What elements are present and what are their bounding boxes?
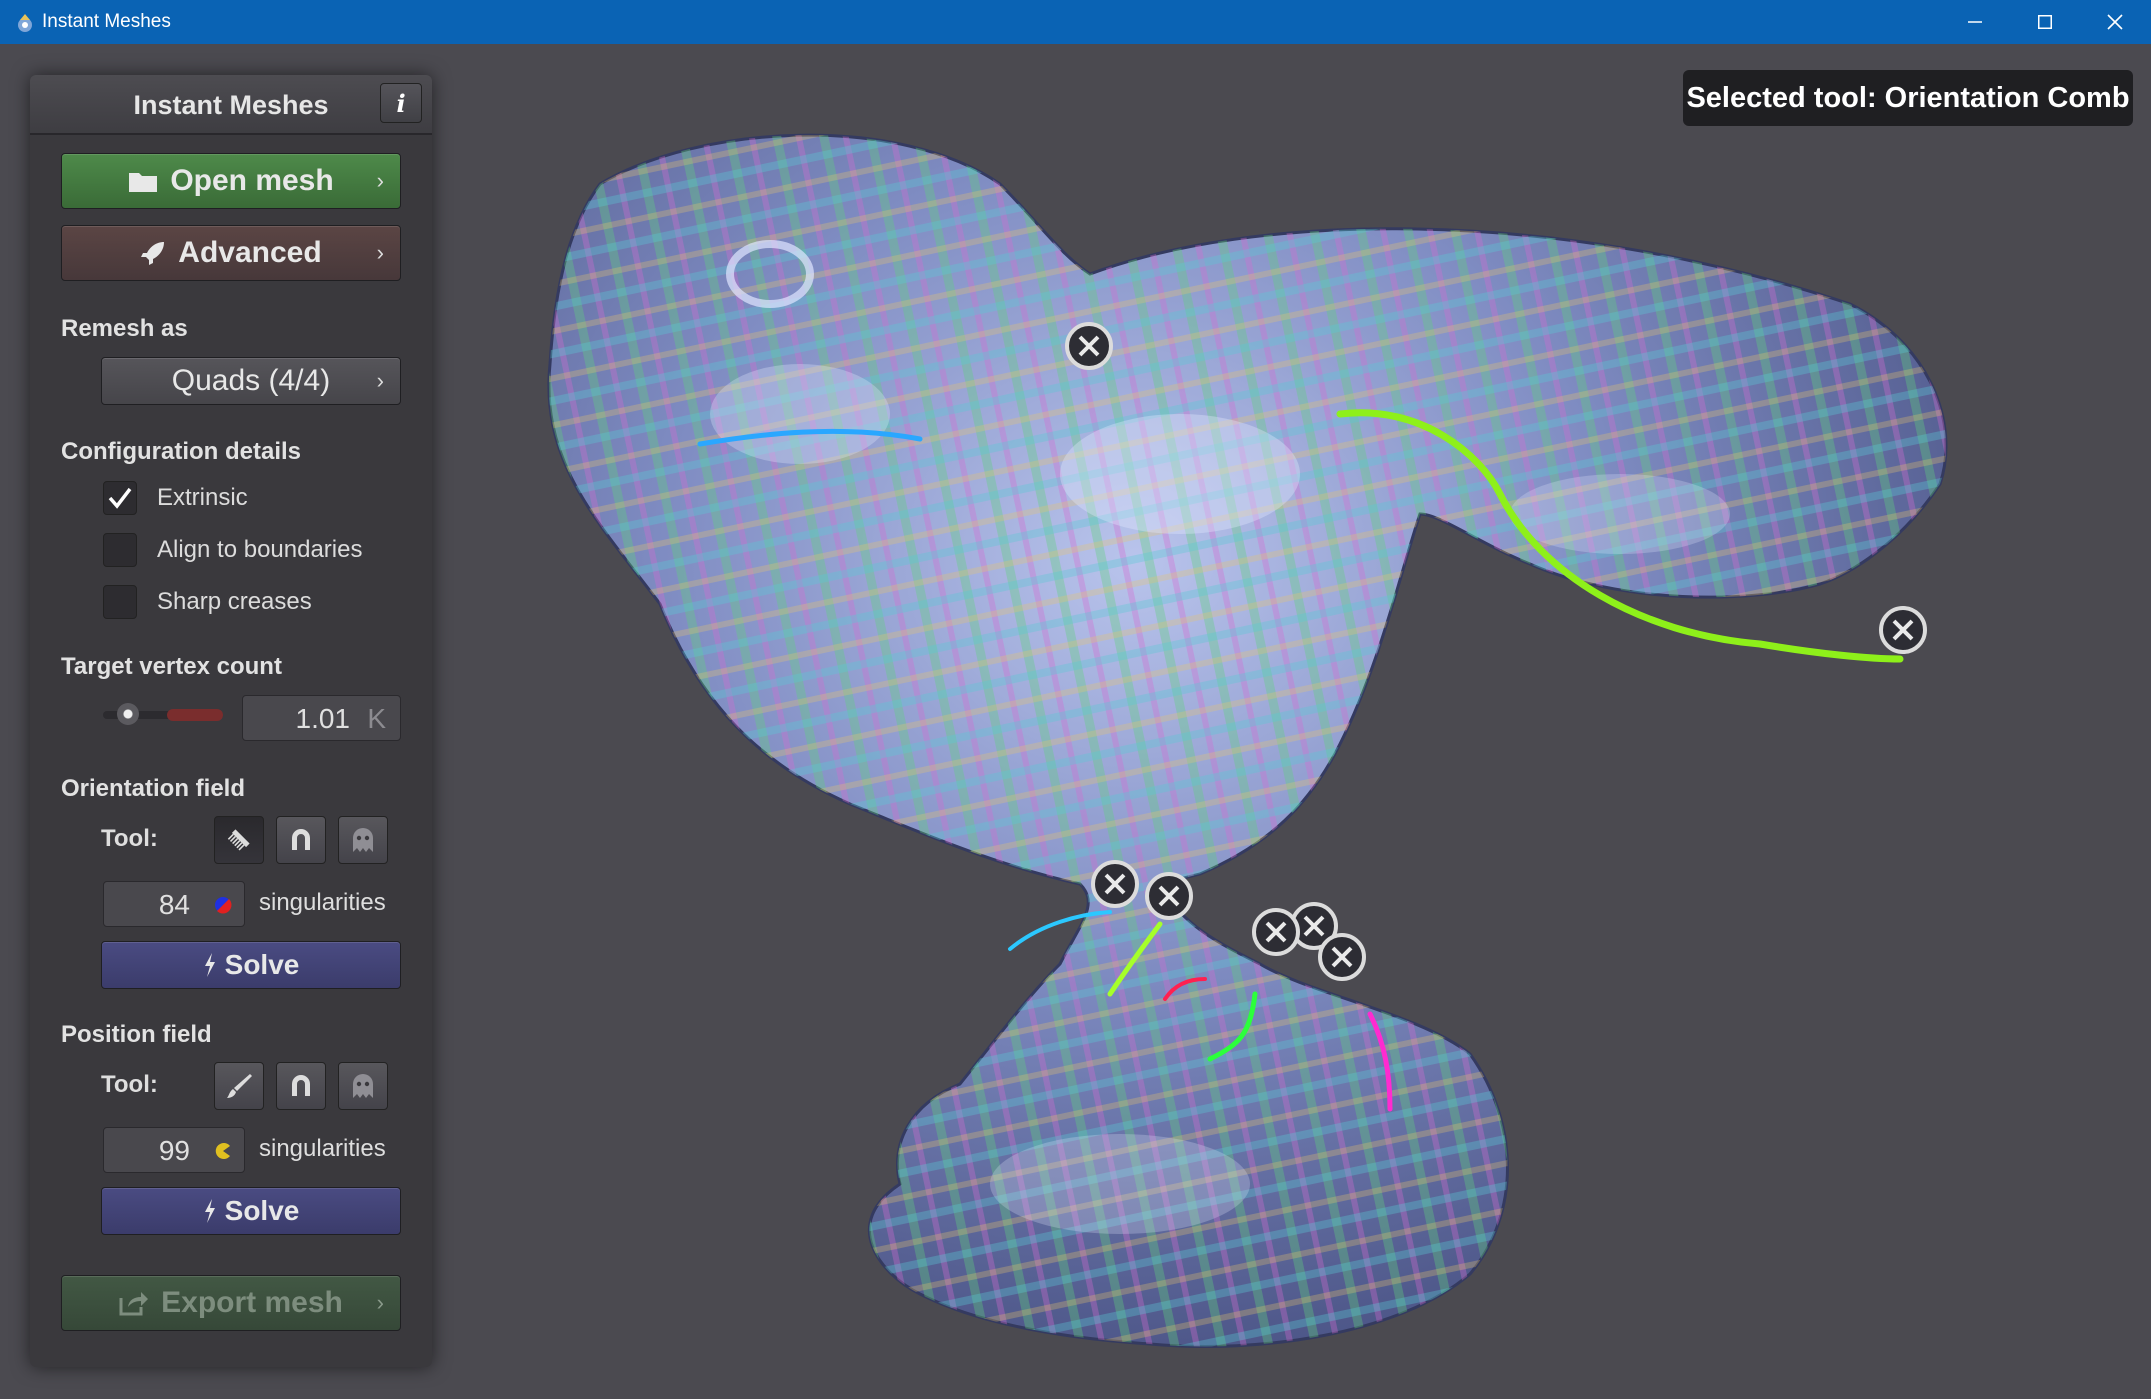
orientation-tool-label: Tool: (101, 825, 158, 852)
close-icon (2107, 14, 2123, 30)
maximize-button[interactable] (2010, 0, 2080, 44)
lightning-icon (204, 953, 215, 977)
brush-tool-button[interactable] (214, 1062, 264, 1110)
remesh-as-label: Remesh as (61, 315, 188, 342)
align-boundaries-checkbox[interactable] (103, 533, 137, 567)
chevron-right-icon: › (376, 168, 384, 193)
chevron-right-icon: › (376, 240, 384, 265)
config-details-label: Configuration details (61, 438, 301, 465)
ghost-icon (353, 828, 373, 852)
orientation-singularities-label: singularities (259, 889, 386, 916)
ghost-icon (353, 1074, 373, 1098)
advanced-label: Advanced (178, 236, 322, 269)
comb-tool-button[interactable] (214, 816, 264, 864)
panel-title: Instant Meshes (133, 90, 329, 120)
open-mesh-label: Open mesh (170, 164, 334, 197)
position-singularities-count: 99 (158, 1135, 190, 1166)
minimize-icon (1968, 21, 1982, 23)
info-icon: i (396, 88, 406, 118)
selected-tool-label: Selected tool: Orientation Comb (1683, 70, 2133, 126)
sharp-creases-label: Sharp creases (157, 588, 312, 615)
extrinsic-label: Extrinsic (157, 484, 248, 511)
title-bar: Instant Meshes (0, 0, 2151, 44)
open-mesh-button[interactable]: Open mesh › (61, 153, 401, 209)
app-icon (18, 14, 32, 32)
position-magnet-button[interactable] (276, 1062, 326, 1110)
orientation-solve-label: Solve (224, 949, 300, 980)
rocket-icon (141, 242, 165, 265)
position-ghost-button[interactable] (338, 1062, 388, 1110)
folder-icon (129, 173, 158, 192)
vertex-count-unit: K (367, 703, 386, 734)
sharp-creases-option[interactable]: Sharp creases (103, 584, 312, 620)
sharp-creases-checkbox[interactable] (103, 585, 137, 619)
align-boundaries-option[interactable]: Align to boundaries (103, 532, 362, 568)
control-panel: Instant Meshes i Open mesh › Advanced › … (30, 75, 432, 1367)
extrinsic-checkbox[interactable] (103, 481, 137, 515)
chevron-right-icon: › (376, 1290, 384, 1315)
checkmark-icon (108, 487, 132, 509)
magnet-icon (292, 829, 310, 850)
position-field-label: Position field (61, 1021, 212, 1048)
export-icon (119, 1292, 149, 1316)
position-solve-button[interactable]: Solve (101, 1187, 401, 1235)
export-mesh-label: Export mesh (161, 1286, 343, 1319)
minimize-button[interactable] (1940, 0, 2010, 44)
orientation-magnet-button[interactable] (276, 816, 326, 864)
remesh-mode-value: Quads (4/4) (171, 364, 331, 397)
orientation-ghost-button[interactable] (338, 816, 388, 864)
extrinsic-option[interactable]: Extrinsic (103, 480, 248, 516)
advanced-button[interactable]: Advanced › (61, 225, 401, 281)
position-singularities-field: 99 (103, 1127, 245, 1173)
maximize-icon (2038, 15, 2052, 29)
align-boundaries-label: Align to boundaries (157, 536, 363, 563)
singularity-type-icon (215, 1143, 230, 1159)
export-mesh-button[interactable]: Export mesh › (61, 1275, 401, 1331)
lightning-icon (204, 1199, 215, 1223)
brush-icon (227, 1074, 252, 1098)
position-solve-label: Solve (224, 1195, 300, 1226)
vertex-count-slider[interactable] (103, 703, 223, 725)
singularity-type-icon (215, 897, 232, 914)
close-button[interactable] (2080, 0, 2150, 44)
window-title: Instant Meshes (42, 11, 171, 32)
remesh-mode-select[interactable]: Quads (4/4) › (101, 357, 401, 405)
orientation-singularities-field: 84 (103, 881, 245, 927)
chevron-right-icon: › (376, 368, 384, 393)
comb-icon (227, 829, 250, 851)
slider-handle[interactable] (117, 703, 139, 725)
panel-header: Instant Meshes i (30, 75, 432, 135)
magnet-icon (292, 1075, 310, 1096)
vertex-count-field[interactable]: 1.01 K (242, 695, 401, 741)
target-vertex-label: Target vertex count (61, 653, 282, 680)
position-tool-label: Tool: (101, 1071, 158, 1098)
vertex-count-value: 1.01 (295, 703, 351, 734)
orientation-field-label: Orientation field (61, 775, 246, 802)
orientation-singularities-count: 84 (158, 889, 190, 920)
position-singularities-label: singularities (259, 1135, 386, 1162)
info-button[interactable]: i (380, 83, 422, 123)
orientation-solve-button[interactable]: Solve (101, 941, 401, 989)
